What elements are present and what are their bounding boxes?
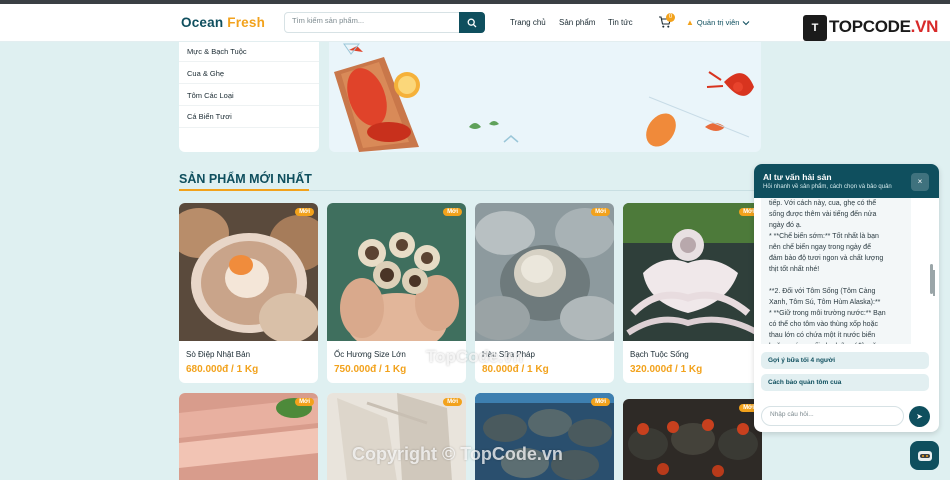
close-icon[interactable]: × [911,173,929,191]
robot-icon [917,450,932,461]
brand-name-part2: Fresh [227,15,266,30]
cart-count-badge: 0 [666,13,675,22]
user-icon: ▲ [686,18,694,27]
new-badge: Mới [443,398,462,406]
product-name[interactable]: Bạch Tuộc Sống [630,350,689,359]
search-box [284,12,485,33]
product-card[interactable]: Mới [623,399,762,480]
search-button[interactable] [459,12,485,33]
ai-chat-panel: AI tư vấn hải sản Hỏi nhanh về sản phẩm,… [754,164,939,432]
chat-subtitle: Hỏi nhanh về sản phẩm, cách chọn và bảo … [763,184,892,190]
topcode-logo-mark: T [803,15,827,41]
quick-reply-storage[interactable]: Cách bảo quản tôm cua [761,374,929,391]
category-sidebar: Mực & Bạch Tuộc Cua & Ghẹ Tôm Các Loại C… [179,42,319,152]
topcode-logo-text: TOPCODE.VN [829,17,938,37]
category-divider [179,83,319,84]
new-badge: Mới [295,398,314,406]
seafood-illustration [334,43,754,152]
search-icon [467,18,477,27]
new-badge: Mới [591,208,610,216]
category-item-squid[interactable]: Mực & Bạch Tuộc [187,47,247,56]
product-name[interactable]: Sò Điệp Nhật Bản [186,350,250,359]
category-item-fish[interactable]: Cá Biển Tươi [187,112,232,121]
category-divider [179,105,319,106]
new-badge: Mới [443,208,462,216]
chat-message-text: tiếp. Với cách này, cua, ghẹ có thể sống… [769,200,886,344]
product-image-scallop [179,203,318,341]
section-underline [179,189,309,191]
logo-text-main: TOPCODE [829,17,911,36]
chat-title: AI tư vấn hải sản [763,172,832,182]
new-badge: Mới [591,398,610,406]
category-item-shrimp[interactable]: Tôm Các Loại [187,91,234,100]
chat-message-bubble: tiếp. Với cách này, cua, ghẹ có thể sống… [761,198,911,344]
admin-menu[interactable]: ▲ Quản trị viên [686,18,750,27]
admin-label: Quản trị viên [696,18,740,27]
product-image-octopus [623,203,762,341]
product-image-crabs-basket [475,393,614,480]
product-card[interactable]: Mới [327,393,466,480]
hero-banner [329,42,761,152]
new-badge: Mới [295,208,314,216]
watermark-copyright: Copyright © TopCode.vn [352,444,563,464]
nav-home[interactable]: Trang chủ [510,18,546,27]
product-price: 750.000đ / 1 Kg [334,364,407,375]
chatbot-toggle-button[interactable] [910,441,939,470]
category-divider [179,61,319,62]
product-price: 320.000đ / 1 Kg [630,364,703,375]
product-card[interactable]: Mới Sò Điệp Nhật Bản 680.000đ / 1 Kg [179,203,318,383]
chevron-down-icon [743,20,750,25]
product-name[interactable]: Ốc Hương Size Lớn [334,350,406,359]
brand-logo[interactable]: Ocean Fresh [181,15,265,30]
product-card[interactable]: Mới [475,393,614,480]
category-item-crab[interactable]: Cua & Ghẹ [187,69,224,78]
product-card[interactable]: Mới Bạch Tuộc Sống 320.000đ / 1 Kg [623,203,762,383]
product-image-oyster [475,203,614,341]
brand-name-part1: Ocean [181,15,224,30]
product-image-snail [327,203,466,341]
nav-news[interactable]: Tin tức [608,18,633,27]
product-image-squid [327,393,466,480]
quick-reply-dinner[interactable]: Gợi ý bữa tối 4 người [761,352,929,369]
send-button[interactable]: ➤ [909,406,930,427]
watermark-topcode: TopCode.vn [426,347,523,366]
product-price: 680.000đ / 1 Kg [186,364,259,375]
chat-input-box [761,406,904,426]
section-divider [309,190,761,191]
logo-text-suffix: .VN [910,17,939,36]
product-card[interactable]: Mới [179,393,318,480]
search-input[interactable] [292,16,457,25]
category-divider [179,127,319,128]
chat-header: AI tư vấn hải sản Hỏi nhanh về sản phẩm,… [754,164,939,198]
product-image-salmon [179,393,318,480]
page-scrollbar[interactable] [933,270,935,296]
site-header: OceanFresh Trang chủ Sản phẩm Tin tức 0 … [0,4,950,42]
nav-products[interactable]: Sản phẩm [559,18,595,27]
chat-input[interactable] [770,411,895,418]
section-title: SẢN PHẨM MỚI NHẤT [179,172,312,186]
